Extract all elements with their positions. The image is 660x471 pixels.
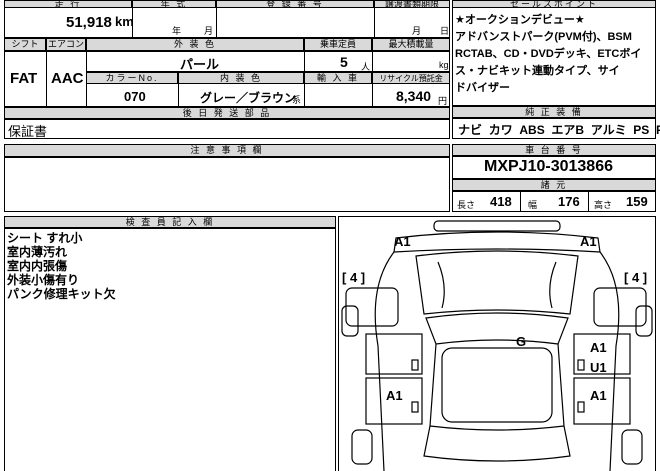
left-front-door — [365, 333, 423, 375]
left-body-outline — [374, 251, 395, 471]
later-docs-content: 保証書 — [8, 124, 48, 139]
mark-a1-left-rear: A1 — [386, 388, 403, 403]
later-docs-header: 後 日 発 送 部 品 — [4, 107, 450, 119]
interior-color-value: グレー／ブラウン — [200, 91, 297, 105]
windshield-outline — [425, 312, 569, 345]
equipment-item: エアB — [551, 123, 585, 137]
mark-a1-right-door: A1 — [590, 340, 607, 355]
mark-u1-right-door: U1 — [590, 360, 607, 375]
notes-header: 注 意 事 項 欄 — [4, 144, 450, 157]
sales-point-line: RCTAB、CD・DVDデッキ、ETCボイ — [455, 48, 642, 60]
front-grille-outline — [433, 220, 561, 232]
notes-frame — [4, 157, 450, 212]
equipment-item: カワ — [488, 123, 513, 137]
shift-header: シフト — [4, 38, 46, 51]
dimensions-header: 諸 元 — [452, 179, 656, 191]
color-no-value: 070 — [124, 89, 146, 104]
car-diagram: A1 A1 [ 4 ] [ 4 ] G A1 U1 A1 A1 — [341, 220, 653, 471]
recycle-fee-header: リサイクル預託金 — [372, 72, 450, 84]
right-rear-door-handle — [577, 401, 585, 413]
month-unit: 月 — [204, 26, 214, 36]
capacity-header: 乗車定員 — [304, 38, 372, 51]
recycle-fee-value: 8,340 — [396, 88, 432, 104]
exterior-color-value: パール — [180, 57, 220, 72]
height-label: 高さ — [594, 200, 613, 210]
recycle-fee-unit: 円 — [438, 96, 448, 106]
front-bumper-outline — [393, 231, 601, 253]
rear-window-outline — [423, 425, 571, 462]
equipment-item: ナビ — [458, 123, 483, 137]
exterior-color-header: 外 装 色 — [86, 38, 304, 51]
left-door-handle — [411, 359, 419, 371]
equipment-item: PW — [655, 123, 660, 137]
width-value: 176 — [558, 194, 580, 209]
left-front-wheel — [341, 305, 359, 337]
right-front-wheel — [635, 305, 653, 337]
chassis-number: MXPJ10-3013866 — [484, 158, 613, 175]
mileage-value: 51,918 — [66, 14, 112, 31]
max-load-unit: kg — [439, 60, 449, 70]
inspector-line: 室内内張傷 — [7, 259, 68, 273]
mark-g-roof: G — [516, 334, 526, 349]
mark-4-left: [ 4 ] — [342, 270, 365, 285]
mark-a1-right-rear: A1 — [590, 388, 607, 403]
hood-outline — [415, 250, 579, 315]
roof-outline — [441, 347, 553, 423]
transfer-month-unit: 月 — [412, 26, 422, 36]
sales-point-line: ★オークションデビュー★ — [455, 14, 585, 26]
height-value: 159 — [626, 194, 648, 209]
equipment-list: ナビ カワ ABS エアB アルミ PS PW — [458, 121, 660, 138]
sales-point-line: アドバンストパーク(PVM付)、BSM — [455, 31, 632, 43]
pillar-lines — [429, 343, 565, 427]
equipment-item: ABS — [519, 123, 545, 137]
shift-value: FAT — [10, 70, 38, 87]
interior-color-header: 内 装 色 — [178, 72, 304, 84]
inspector-header: 検 査 員 記 入 欄 — [4, 216, 336, 228]
width-label: 幅 — [528, 200, 538, 210]
year-unit: 年 — [172, 26, 182, 36]
left-rear-door-handle — [411, 401, 419, 413]
inspector-line: 室内薄汚れ — [7, 245, 68, 259]
sales-point-line: ス・ナビキット連動タイプ、サイ — [455, 65, 620, 77]
inspector-line: シート すれ小 — [7, 231, 83, 245]
inspector-line: 外装小傷有り — [7, 273, 80, 287]
length-value: 418 — [490, 194, 512, 209]
transfer-day-unit: 日 — [440, 26, 450, 36]
capacity-value: 5 — [340, 54, 348, 70]
right-door-handle — [577, 359, 585, 371]
left-front-fender — [345, 287, 399, 327]
mileage-unit: km — [115, 14, 134, 29]
inspector-lines: シート すれ小 室内薄汚れ 室内内張傷 外装小傷有り パンク修理キット欠 — [7, 231, 116, 301]
mark-a1-front-left: A1 — [394, 234, 411, 249]
import-header: 輸 入 車 — [304, 72, 372, 84]
color-no-header: カラーNo. — [86, 72, 178, 84]
right-rear-wheel — [621, 429, 643, 465]
mark-4-right: [ 4 ] — [624, 270, 647, 285]
left-rear-wheel — [351, 429, 373, 465]
aircon-value: AAC — [51, 70, 84, 87]
max-load-header: 最大積載量 — [372, 38, 450, 51]
sales-point-line: ドバイザー — [455, 82, 510, 94]
equipment-item: PS — [633, 123, 650, 137]
interior-color-suffix: 系 — [292, 95, 302, 105]
sales-point-text: ★オークションデビュー★ アドバンストパーク(PVM付)、BSM RCTAB、C… — [455, 12, 641, 97]
aircon-header: エアコン — [46, 38, 86, 51]
equipment-item: アルミ — [590, 123, 627, 137]
chassis-header: 車 台 番 号 — [452, 144, 656, 156]
length-label: 長さ — [457, 200, 476, 210]
later-docs-frame — [4, 119, 450, 139]
equipment-header: 純 正 装 備 — [452, 106, 656, 118]
inspector-line: パンク修理キット欠 — [7, 287, 116, 301]
hood-creases — [437, 261, 557, 309]
mark-a1-front-right: A1 — [580, 234, 597, 249]
